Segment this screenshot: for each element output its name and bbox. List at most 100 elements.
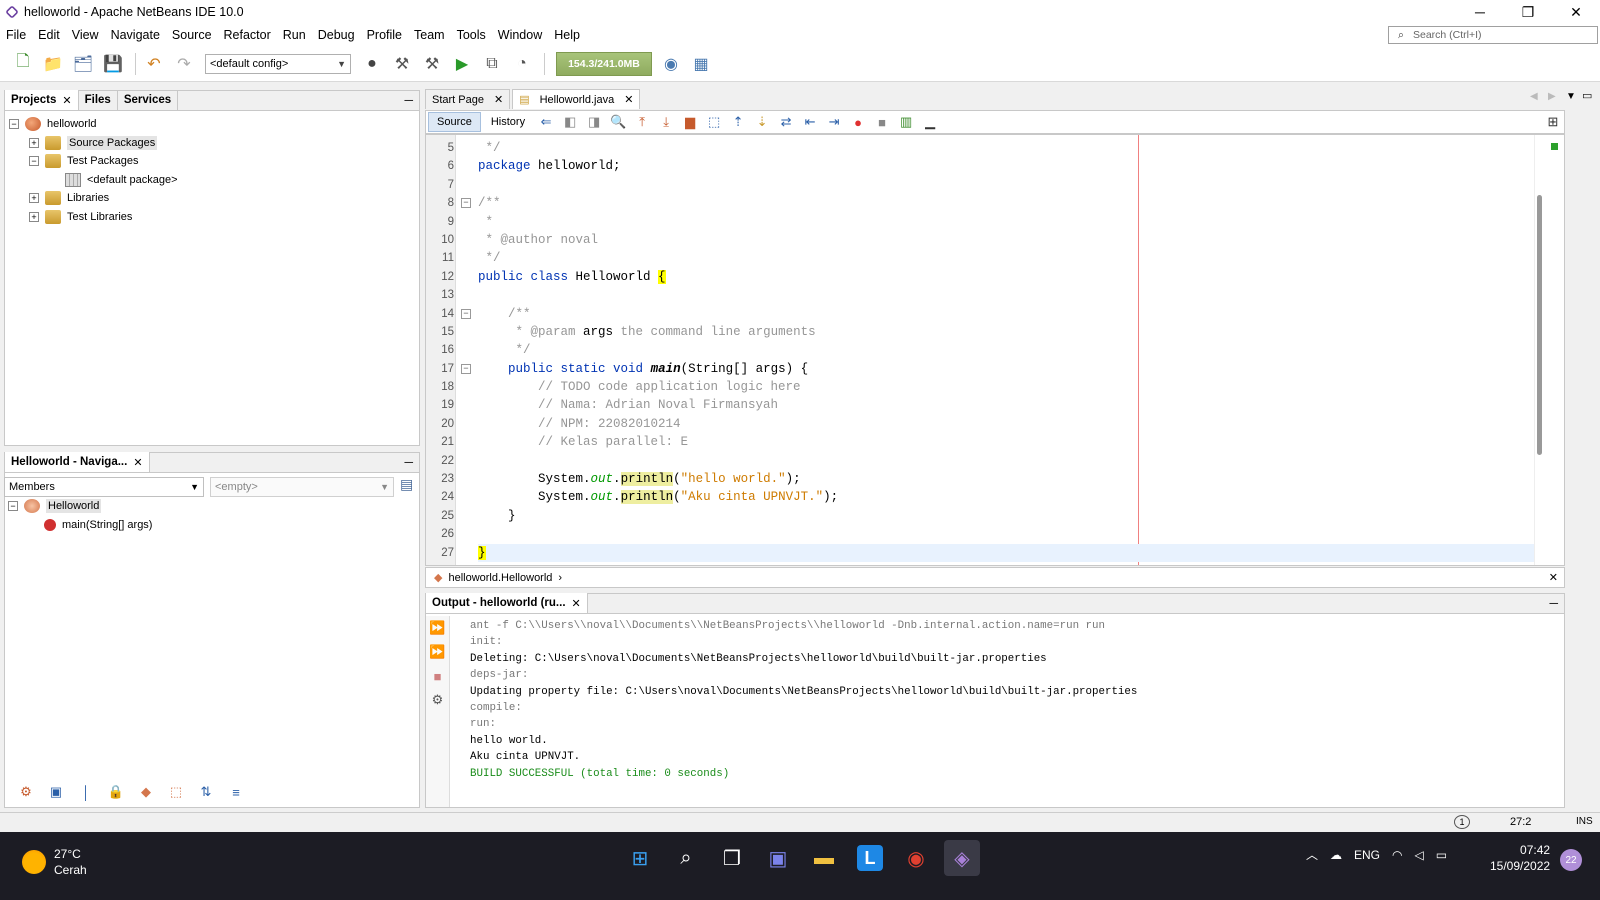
menu-run[interactable]: Run	[277, 28, 312, 42]
weather-widget[interactable]: 27°C Cerah	[22, 846, 87, 878]
run-icon[interactable]: ▶	[449, 51, 475, 77]
next-bookmark-icon[interactable]: ⇣	[751, 113, 773, 131]
menu-source[interactable]: Source	[166, 28, 218, 42]
close-window-button[interactable]: ✕	[1552, 0, 1600, 24]
toggle-bookmark-icon[interactable]: ⇄	[775, 113, 797, 131]
menu-edit[interactable]: Edit	[32, 28, 66, 42]
navigator-options-icon[interactable]: ▤	[400, 476, 413, 493]
config-select[interactable]: <default config> ▼	[205, 53, 351, 74]
code-area[interactable]: 5 */ 6 package helloworld; 7 8−/** 9 * 10…	[441, 139, 1564, 562]
sort-name-icon[interactable]: ⇅	[196, 782, 216, 802]
sort-source-icon[interactable]: ≡	[226, 782, 246, 802]
notifications-badge[interactable]: 1	[1454, 815, 1470, 829]
source-mode-button[interactable]: Source	[428, 112, 481, 132]
redo-icon[interactable]: ↷	[171, 51, 197, 77]
shift-left-icon[interactable]: ⇤	[799, 113, 821, 131]
lock-icon[interactable]: 🔒	[106, 782, 126, 802]
tree-item-default-package[interactable]: <default package>	[9, 171, 415, 190]
build-icon[interactable]: ⚒	[389, 51, 415, 77]
back-icon[interactable]: ◧	[559, 113, 581, 131]
close-icon[interactable]: ✕	[1549, 571, 1558, 584]
filter-select[interactable]: <empty> ▼	[210, 477, 394, 497]
close-icon[interactable]: ✕	[624, 93, 633, 106]
restore-button[interactable]: ❐	[1504, 0, 1552, 24]
menu-window[interactable]: Window	[492, 28, 548, 42]
tree-item-libraries[interactable]: + Libraries	[9, 189, 415, 208]
fold-icon[interactable]: −	[461, 363, 471, 374]
fqn-icon[interactable]: ⬚	[166, 782, 186, 802]
rerun-icon[interactable]: ⏩	[426, 616, 449, 640]
new-project-icon[interactable]: 📁	[40, 51, 66, 77]
inherited-icon[interactable]: ◆	[136, 782, 156, 802]
close-icon[interactable]: ✕	[572, 597, 581, 610]
menu-help[interactable]: Help	[548, 28, 586, 42]
tab-helloworld-java[interactable]: ▤ Helloworld.java ✕	[512, 89, 641, 109]
start-icon[interactable]: ⊞	[622, 840, 658, 876]
tab-output[interactable]: Output - helloworld (ru... ✕	[426, 593, 588, 613]
clock[interactable]: 07:42 15/09/2022	[1490, 842, 1550, 874]
new-file-icon[interactable]: 🗋	[10, 51, 36, 77]
menu-tools[interactable]: Tools	[451, 28, 492, 42]
debug-icon[interactable]: ⧉	[479, 51, 505, 77]
battery-icon[interactable]: ▭	[1436, 848, 1447, 862]
memory-indicator[interactable]: 154.3/241.0MB	[556, 51, 652, 76]
file-explorer-icon[interactable]: ▬	[806, 840, 842, 876]
chevron-up-icon[interactable]: ︿	[1306, 846, 1318, 863]
tab-navigator[interactable]: Helloworld - Naviga... ✕	[5, 452, 150, 472]
prev-bookmark-icon[interactable]: ⇡	[727, 113, 749, 131]
tree-item-project[interactable]: − helloworld	[9, 115, 415, 134]
tree-item-source-packages[interactable]: + Source Packages	[9, 134, 415, 153]
forward-icon[interactable]: ◨	[583, 113, 605, 131]
fields-icon[interactable]: ▣	[46, 782, 66, 802]
gc-icon[interactable]: ◉	[658, 51, 684, 77]
find-icon[interactable]: 🔍	[607, 113, 629, 131]
open-project-icon[interactable]: 🗂	[70, 51, 96, 77]
shift-right-icon[interactable]: ⇥	[823, 113, 845, 131]
tab-files[interactable]: Files	[79, 90, 118, 110]
rect-select-icon[interactable]: ⬚	[703, 113, 725, 131]
close-icon[interactable]: ✕	[494, 93, 503, 106]
notification-count-badge[interactable]: 22	[1560, 849, 1582, 871]
scrollbar-thumb[interactable]	[1537, 195, 1542, 455]
tree-item-test-packages[interactable]: − Test Packages	[9, 152, 415, 171]
tree-item-class[interactable]: − Helloworld	[8, 497, 152, 516]
l-app-icon[interactable]: L	[857, 845, 883, 871]
rerun-with-options-icon[interactable]: ⏩	[426, 640, 449, 664]
task-view-icon[interactable]: ❐	[714, 840, 750, 876]
fold-icon[interactable]: −	[461, 308, 471, 319]
tab-projects[interactable]: Projects ✕	[5, 90, 79, 110]
find-prev-icon[interactable]: ⤒	[631, 113, 653, 131]
minimize-panel-button[interactable]: ─	[404, 93, 413, 107]
language-indicator[interactable]: ENG	[1354, 848, 1380, 862]
menu-profile[interactable]: Profile	[361, 28, 408, 42]
cloud-icon[interactable]: ☁	[1330, 848, 1342, 862]
minimize-panel-button[interactable]: ─	[1549, 596, 1558, 610]
maximize-icon[interactable]: ▭	[1582, 89, 1592, 102]
last-edit-icon[interactable]: ⇐	[535, 113, 557, 131]
filter-icon[interactable]: ⚙	[16, 782, 36, 802]
netbeans-taskbar-icon[interactable]: ◈	[944, 840, 980, 876]
clean-build-icon[interactable]: ⚒	[419, 51, 445, 77]
tab-services[interactable]: Services	[118, 90, 179, 110]
globe-icon[interactable]: ●	[359, 51, 385, 77]
menu-file[interactable]: File	[0, 28, 32, 42]
undo-icon[interactable]: ↶	[141, 51, 167, 77]
breadcrumb-item[interactable]: helloworld.Helloworld	[448, 572, 552, 584]
members-select[interactable]: Members ▼	[4, 477, 204, 497]
scroll-tabs-right-icon[interactable]: ▶	[1548, 91, 1556, 102]
output-console[interactable]: ant -f C:\\Users\\noval\\Documents\\NetB…	[470, 620, 1137, 784]
menu-navigate[interactable]: Navigate	[105, 28, 166, 42]
scroll-tabs-left-icon[interactable]: ◀	[1530, 91, 1538, 102]
speaker-icon[interactable]: ◁	[1415, 848, 1424, 862]
settings-icon[interactable]: ⚙	[426, 688, 449, 712]
tree-item-test-libraries[interactable]: + Test Libraries	[9, 208, 415, 227]
show-documents-icon[interactable]: ▼	[1566, 91, 1576, 102]
static-icon[interactable]: │	[76, 782, 96, 802]
stop-macro-icon[interactable]: ■	[871, 113, 893, 131]
minimize-button[interactable]: ─	[1456, 0, 1504, 24]
find-next-icon[interactable]: ⤓	[655, 113, 677, 131]
split-icon[interactable]: ⊞	[1542, 113, 1564, 131]
toggle-highlight-icon[interactable]: ▆	[679, 113, 701, 131]
profile-icon[interactable]: ◔	[509, 51, 535, 77]
menu-debug[interactable]: Debug	[312, 28, 361, 42]
